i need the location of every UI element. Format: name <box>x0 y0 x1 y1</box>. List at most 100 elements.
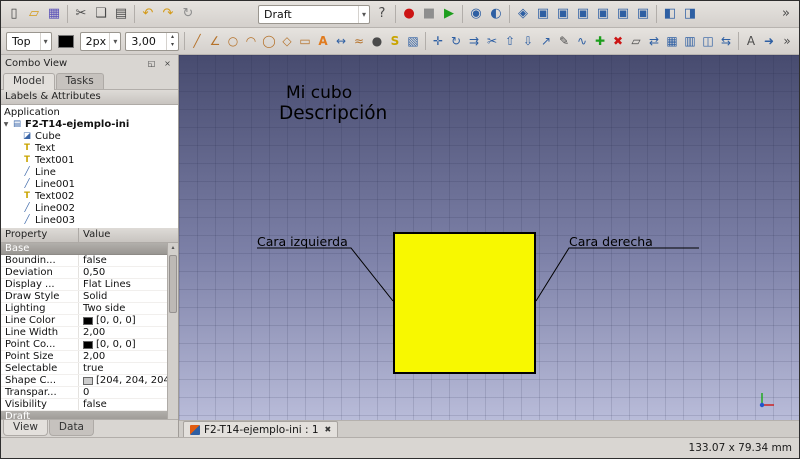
top-view-icon[interactable]: ▣ <box>553 3 573 25</box>
draft-downgrade-icon[interactable]: ⇩ <box>519 30 537 52</box>
save-icon[interactable]: ▦ <box>44 3 64 25</box>
label-cara-izquierda[interactable]: Cara izquierda <box>257 234 348 249</box>
copy-icon[interactable]: ❑ <box>91 3 111 25</box>
property-group-base[interactable]: Base <box>1 243 168 255</box>
whats-this-icon[interactable]: ? <box>372 3 392 25</box>
property-row[interactable]: Line Width 2,00 <box>1 327 168 339</box>
draft-arc-icon[interactable]: ◠ <box>242 30 260 52</box>
draft-line-icon[interactable]: ╱ <box>188 30 206 52</box>
bottom-view-icon[interactable]: ▣ <box>613 3 633 25</box>
draft-shape2dview-icon[interactable]: ▱ <box>627 30 645 52</box>
tree-item-cube[interactable]: ◪ Cube <box>1 130 178 142</box>
rear-view-icon[interactable]: ▣ <box>593 3 613 25</box>
draft-annotation-style-icon[interactable]: A <box>742 30 760 52</box>
paste-icon[interactable]: ▤ <box>111 3 131 25</box>
tab-tasks[interactable]: Tasks <box>56 73 104 89</box>
float-panel-icon[interactable]: ◱ <box>145 57 158 69</box>
annotation-title[interactable]: Mi cubo <box>286 83 352 103</box>
tab-view[interactable]: View <box>3 420 48 436</box>
open-file-icon[interactable]: ▱ <box>24 3 44 25</box>
3d-viewport[interactable]: Mi cubo Descripción Cara izquierda Cara … <box>179 55 799 420</box>
annotation-subtitle[interactable]: Descripción <box>279 103 387 124</box>
draft-array-icon[interactable]: ▦ <box>663 30 681 52</box>
toolbar-overflow-icon[interactable]: » <box>776 3 796 25</box>
draft-edit-icon[interactable]: ✎ <box>555 30 573 52</box>
macro-stop-icon[interactable]: ■ <box>419 3 439 25</box>
property-row-line-color[interactable]: Line Color [0, 0, 0] <box>1 315 168 327</box>
tab-data[interactable]: Data <box>49 420 94 436</box>
spin-up-icon[interactable]: ▴ <box>167 33 178 42</box>
scroll-up-icon[interactable]: ▴ <box>168 243 178 253</box>
draft-scale-icon[interactable]: ↗ <box>537 30 555 52</box>
tree-item-text002[interactable]: T Text002 <box>1 190 178 202</box>
spin-down-icon[interactable]: ▾ <box>167 41 178 50</box>
property-row-point-color[interactable]: Point Co... [0, 0, 0] <box>1 339 168 351</box>
iso-right-view-icon[interactable]: ◨ <box>680 3 700 25</box>
expander-icon[interactable]: ▼ <box>1 121 11 128</box>
line-color-swatch[interactable] <box>58 35 74 48</box>
draft-polygon-icon[interactable]: ◇ <box>278 30 296 52</box>
tree-item-line003[interactable]: ╱ Line003 <box>1 214 178 226</box>
document-tab[interactable]: F2-T14-ejemplo-ini : 1 ✖ <box>183 421 338 437</box>
draft-trimex-icon[interactable]: ✂ <box>483 30 501 52</box>
value-column[interactable]: Value <box>79 228 178 242</box>
tree-document[interactable]: ▼ ▤ F2-T14-ejemplo-ini <box>1 118 178 130</box>
cut-icon[interactable]: ✂ <box>71 3 91 25</box>
working-plane-selector[interactable]: Top ▾ <box>6 32 52 51</box>
draft-shapestring-icon[interactable]: S <box>386 30 404 52</box>
tree-item-line002[interactable]: ╱ Line002 <box>1 202 178 214</box>
undo-icon[interactable]: ↶ <box>138 3 158 25</box>
zoom-fit-icon[interactable]: ◉ <box>466 3 486 25</box>
property-row[interactable]: Point Size 2,00 <box>1 351 168 363</box>
draft-upgrade-icon[interactable]: ⇧ <box>501 30 519 52</box>
close-tab-icon[interactable]: ✖ <box>325 425 332 434</box>
draft-apply-style-icon[interactable]: ➜ <box>760 30 778 52</box>
draft-point-icon[interactable]: ● <box>368 30 386 52</box>
draft-move-icon[interactable]: ✛ <box>429 30 447 52</box>
label-cara-derecha[interactable]: Cara derecha <box>569 234 653 249</box>
draft-wire-icon[interactable]: ∠ <box>206 30 224 52</box>
draft-text-icon[interactable]: A <box>314 30 332 52</box>
property-column[interactable]: Property <box>1 228 79 242</box>
property-row[interactable]: Boundin... false <box>1 255 168 267</box>
tab-model[interactable]: Model <box>3 73 55 90</box>
draft-facebinder-icon[interactable]: ▧ <box>404 30 422 52</box>
draft-dimension-icon[interactable]: ↔ <box>332 30 350 52</box>
draft-circle-icon[interactable]: ○ <box>224 30 242 52</box>
draft-offset-icon[interactable]: ⇉ <box>465 30 483 52</box>
draft-delete-point-icon[interactable]: ✖ <box>609 30 627 52</box>
draft-add-point-icon[interactable]: ✚ <box>591 30 609 52</box>
draft-rectangle-icon[interactable]: ▭ <box>296 30 314 52</box>
draft-ellipse-icon[interactable]: ◯ <box>260 30 278 52</box>
property-row[interactable]: Transpar... 0 <box>1 387 168 399</box>
refresh-icon[interactable]: ↻ <box>178 3 198 25</box>
draw-style-icon[interactable]: ◐ <box>486 3 506 25</box>
line-width-selector[interactable]: 2px ▾ <box>80 32 122 51</box>
draft-mirror-icon[interactable]: ◫ <box>699 30 717 52</box>
iso-left-view-icon[interactable]: ◧ <box>660 3 680 25</box>
draft-stretch-icon[interactable]: ⇆ <box>717 30 735 52</box>
property-row[interactable]: Visibility false <box>1 399 168 411</box>
toolbar-overflow-icon[interactable]: » <box>778 30 796 52</box>
new-file-icon[interactable]: ▯ <box>4 3 24 25</box>
left-view-icon[interactable]: ▣ <box>633 3 653 25</box>
tree-item-line001[interactable]: ╱ Line001 <box>1 178 178 190</box>
tree-item-text[interactable]: T Text <box>1 142 178 154</box>
workbench-selector[interactable]: Draft ▾ <box>258 5 370 24</box>
property-scrollbar[interactable]: ▴ <box>167 243 178 419</box>
property-row-shape-color[interactable]: Shape C... [204, 204, 204] <box>1 375 168 387</box>
draft-wire-to-bspline-icon[interactable]: ∿ <box>573 30 591 52</box>
property-group-draft[interactable]: Draft <box>1 411 168 419</box>
draft-bspline-icon[interactable]: ≈ <box>350 30 368 52</box>
property-row[interactable]: Selectable true <box>1 363 168 375</box>
scrollbar-thumb[interactable] <box>169 255 177 313</box>
draft-clone-icon[interactable]: ▥ <box>681 30 699 52</box>
cube-top-face[interactable] <box>393 232 536 374</box>
property-row[interactable]: Display ... Flat Lines <box>1 279 168 291</box>
close-panel-icon[interactable]: × <box>161 57 174 69</box>
macro-record-icon[interactable]: ● <box>399 3 419 25</box>
axonometric-view-icon[interactable]: ◈ <box>513 3 533 25</box>
redo-icon[interactable]: ↷ <box>158 3 178 25</box>
property-row[interactable]: Lighting Two side <box>1 303 168 315</box>
property-row[interactable]: Draw Style Solid <box>1 291 168 303</box>
